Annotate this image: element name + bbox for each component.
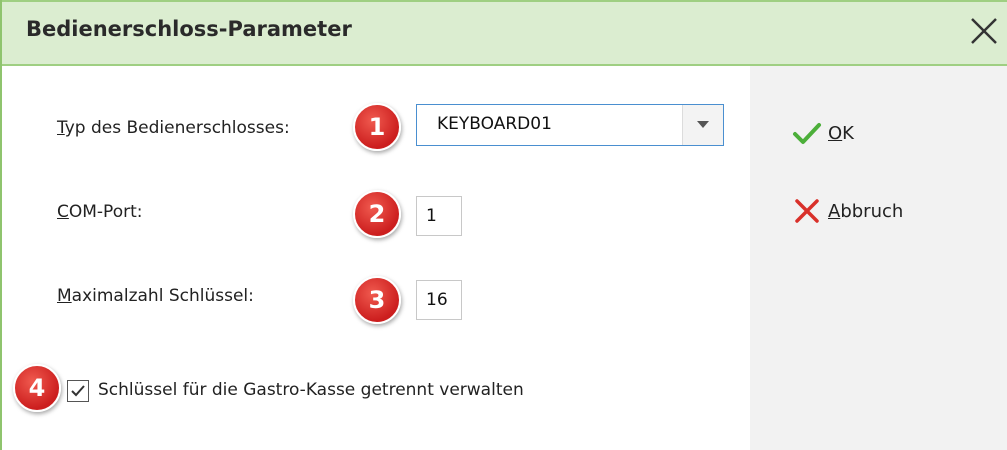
max-keys-label: Maximalzahl Schlüssel: (57, 286, 254, 306)
cancel-button[interactable]: Abbruch (792, 193, 903, 229)
callout-badge-4: 4 (13, 364, 61, 412)
title-bar: Bedienerschloss-Parameter (2, 0, 1007, 66)
close-icon[interactable] (967, 14, 1001, 48)
ok-button[interactable]: OK (792, 115, 854, 151)
ok-label: OK (828, 122, 854, 144)
dialog-title: Bedienerschloss-Parameter (26, 17, 352, 41)
com-port-input[interactable]: 1 (416, 196, 462, 236)
dropdown-button[interactable] (682, 105, 723, 145)
typ-combobox[interactable]: KEYBOARD01 (416, 104, 724, 146)
cross-icon (792, 196, 822, 226)
max-keys-input[interactable]: 16 (416, 280, 462, 320)
callout-badge-1: 1 (353, 103, 401, 151)
chevron-down-icon (697, 121, 709, 128)
checkmark-icon (792, 118, 822, 148)
parameter-dialog: Bedienerschloss-Parameter Typ des Bedien… (0, 0, 1007, 450)
com-port-label: COM-Port: (57, 202, 143, 222)
typ-combobox-value: KEYBOARD01 (437, 114, 552, 134)
button-panel (750, 66, 1007, 450)
checkmark-icon (71, 385, 85, 397)
separate-keys-label: Schlüssel für die Gastro-Kasse getrennt … (98, 380, 524, 400)
typ-label: Typ des Bedienerschlosses: (57, 118, 290, 138)
callout-badge-3: 3 (353, 276, 401, 324)
separate-keys-checkbox[interactable] (67, 380, 89, 402)
callout-badge-2: 2 (353, 190, 401, 238)
cancel-label: Abbruch (828, 200, 904, 222)
